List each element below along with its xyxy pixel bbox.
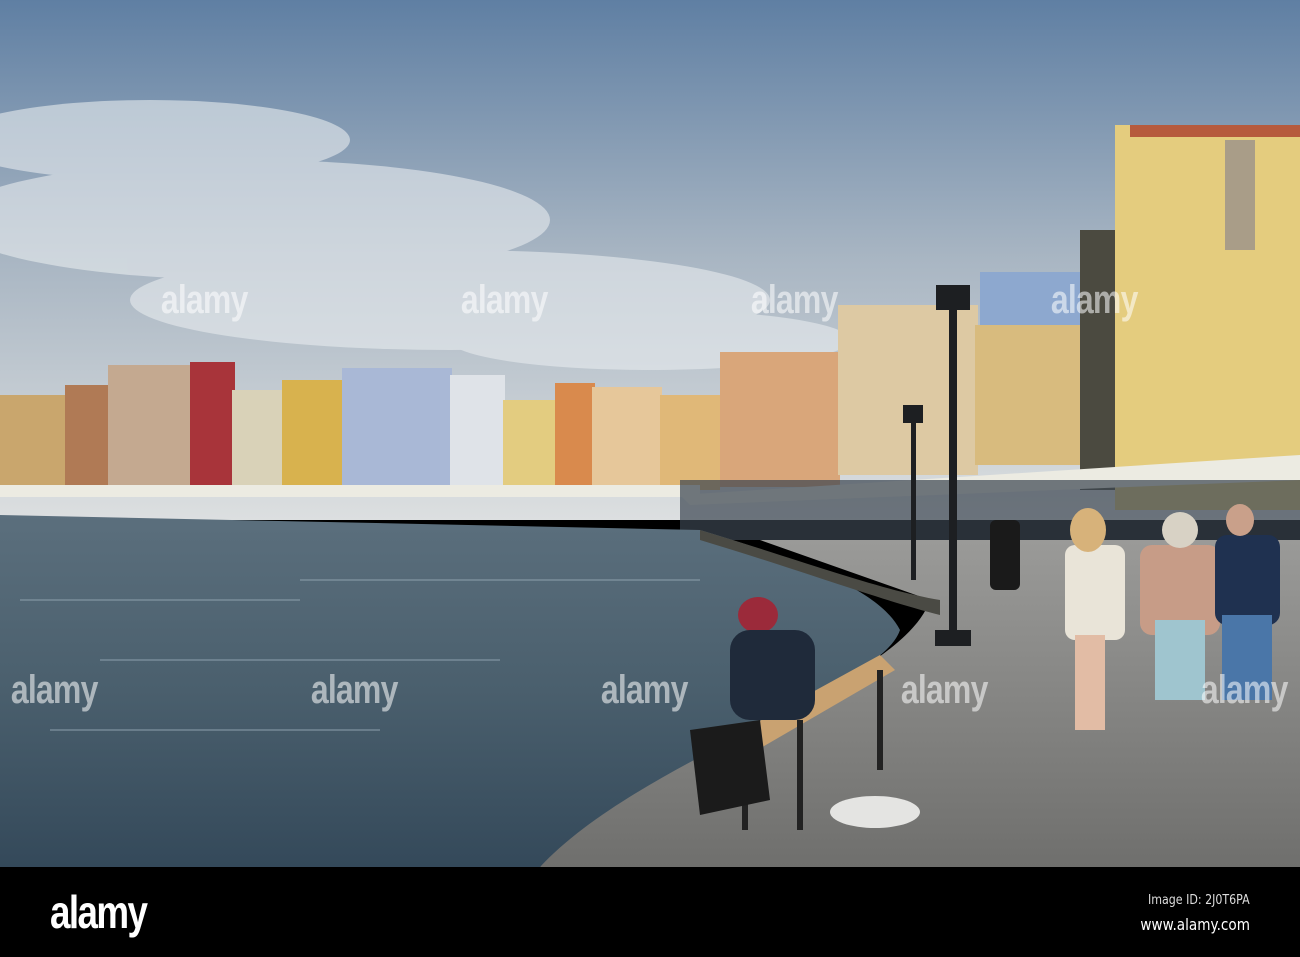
footer-bar: alamy Image ID: 2J0T6PA www.alamy.com [0,867,1300,957]
watermark: alamy [600,668,689,712]
site-url: www.alamy.com [1140,915,1250,934]
bollard-base [830,796,920,828]
stock-photo: alamy alamy alamy alamy alamy alamy alam… [0,0,1300,957]
watermark: alamy [310,668,399,712]
watermark: alamy [750,278,839,322]
harbor-scene [0,0,1300,867]
watermark: alamy [900,668,989,712]
watermark: alamy [460,278,549,322]
image-id: Image ID: 2J0T6PA [1148,893,1250,908]
watermark: alamy [160,278,249,322]
alamy-logo: alamy [50,886,148,938]
watermark: alamy [10,668,99,712]
watermark: alamy [1050,278,1139,322]
watermark: alamy [1200,668,1289,712]
